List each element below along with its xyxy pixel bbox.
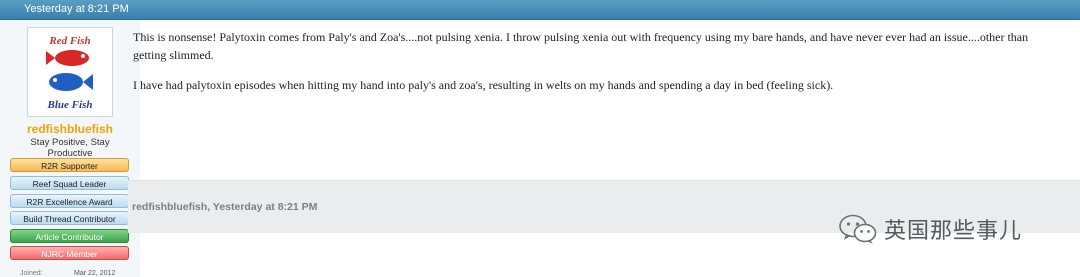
avatar-image: Red Fish Blue Fish xyxy=(28,28,112,116)
badge-article-contributor: Article Contributor xyxy=(10,229,129,243)
post-date[interactable]: Yesterday at 8:21 PM xyxy=(24,3,129,16)
post-meta-author-date[interactable]: redfishbluefish, Yesterday at 8:21 PM xyxy=(132,201,317,213)
watermark-text: 英国那些事儿 xyxy=(884,219,1023,244)
avatar[interactable]: Red Fish Blue Fish xyxy=(27,27,113,117)
badge-excellence-award: R2R Excellence Award xyxy=(10,194,129,208)
post-header-bar: Yesterday at 8:21 PM xyxy=(0,0,1080,20)
badge-build-thread-contributor: Build Thread Contributor xyxy=(10,211,129,225)
post-body: This is nonsense! Palytoxin comes from P… xyxy=(133,28,1063,106)
avatar-text-top: Red Fish xyxy=(48,35,90,47)
watermark: 英国那些事儿 xyxy=(838,213,1022,245)
joined-value: Mar 22, 2012 xyxy=(74,270,116,277)
wechat-icon xyxy=(839,214,877,244)
avatar-text-bottom: Blue Fish xyxy=(47,99,93,111)
badge-njrc-member: NJRC Member xyxy=(10,246,129,260)
user-title: Stay Positive, Stay Productive xyxy=(30,137,110,159)
badge-reef-squad-leader: Reef Squad Leader xyxy=(10,176,129,190)
username[interactable]: redfishbluefish xyxy=(0,122,140,136)
badge-r2r-supporter: R2R Supporter xyxy=(10,158,129,172)
post-paragraph: This is nonsense! Palytoxin comes from P… xyxy=(133,30,1029,62)
joined-label: Joined: xyxy=(20,270,43,277)
post-paragraph: I have had palytoxin episodes when hitti… xyxy=(133,78,834,92)
